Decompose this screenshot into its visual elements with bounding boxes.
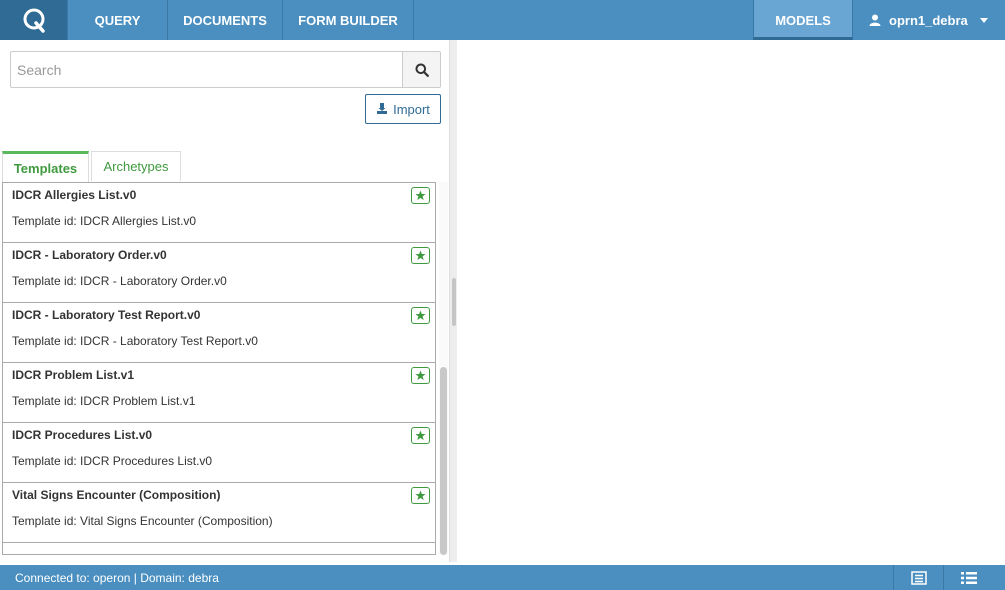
nav-models[interactable]: MODELS: [753, 0, 853, 40]
star-icon[interactable]: [411, 427, 430, 444]
nav-form-builder[interactable]: FORM BUILDER: [283, 0, 414, 40]
panel-splitter[interactable]: [449, 40, 457, 562]
search-button[interactable]: [402, 51, 441, 88]
models-sidebar: Import Templates Archetypes IDCR Allergi…: [0, 40, 452, 562]
status-bar: Connected to: operon | Domain: debra: [0, 565, 1005, 590]
template-id: Template id: IDCR Problem List.v1: [12, 394, 196, 408]
star-icon[interactable]: [411, 187, 430, 204]
template-id: Template id: IDCR Procedures List.v0: [12, 454, 213, 468]
logo-q-icon: [23, 8, 45, 33]
import-button[interactable]: Import: [365, 94, 441, 124]
list-icon: [960, 571, 977, 584]
import-icon: [377, 103, 388, 114]
template-title: IDCR Problem List.v1: [12, 368, 135, 382]
template-title: IDCR Allergies List.v0: [12, 188, 137, 202]
templates-list: IDCR Allergies List.v0 Template id: IDCR…: [2, 182, 436, 555]
template-id: Template id: IDCR - Laboratory Test Repo…: [12, 334, 258, 348]
list-item[interactable]: IDCR Problem List.v1 Template id: IDCR P…: [3, 363, 435, 423]
star-icon[interactable]: [411, 487, 430, 504]
list-item[interactable]: IDCR Procedures List.v0 Template id: IDC…: [3, 423, 435, 483]
user-icon: [869, 14, 881, 26]
search-icon: [415, 63, 429, 77]
template-id: Template id: IDCR Allergies List.v0: [12, 214, 197, 228]
list-item[interactable]: IDCR Allergies List.v0 Template id: IDCR…: [3, 183, 435, 243]
app-window: QUERY DOCUMENTS FORM BUILDER MODELS oprn…: [0, 0, 1005, 590]
model-detail-panel: [457, 40, 1005, 562]
import-label: Import: [393, 101, 430, 117]
list-view-button[interactable]: [943, 565, 993, 590]
user-menu[interactable]: oprn1_debra: [853, 0, 1005, 40]
app-logo[interactable]: [0, 0, 68, 40]
list-item[interactable]: Vital Signs Encounter (Composition) Temp…: [3, 483, 435, 543]
document-list-icon: [910, 570, 927, 585]
template-id: Template id: Vital Signs Encounter (Comp…: [12, 514, 273, 528]
nav-documents[interactable]: DOCUMENTS: [168, 0, 283, 40]
connection-status: Connected to: operon | Domain: debra: [15, 571, 219, 585]
model-tabs: Templates Archetypes: [2, 151, 181, 182]
document-list-button[interactable]: [893, 565, 943, 590]
splitter-grip[interactable]: [452, 278, 456, 326]
chevron-down-icon: [979, 17, 988, 23]
list-item[interactable]: IDCR - Laboratory Test Report.v0 Templat…: [3, 303, 435, 363]
template-title: IDCR Procedures List.v0: [12, 428, 153, 442]
star-icon[interactable]: [411, 307, 430, 324]
list-scrollbar[interactable]: [439, 182, 448, 555]
user-name: oprn1_debra: [889, 12, 968, 28]
search-input[interactable]: [10, 51, 402, 88]
search-bar: [10, 51, 441, 88]
tab-templates[interactable]: Templates: [2, 151, 89, 182]
nav-query[interactable]: QUERY: [68, 0, 168, 40]
top-nav-bar: QUERY DOCUMENTS FORM BUILDER MODELS oprn…: [0, 0, 1005, 40]
star-icon[interactable]: [411, 367, 430, 384]
template-title: Vital Signs Encounter (Composition): [12, 488, 221, 502]
template-title: IDCR - Laboratory Test Report.v0: [12, 308, 201, 322]
template-id: Template id: IDCR - Laboratory Order.v0: [12, 274, 227, 288]
star-icon[interactable]: [411, 247, 430, 264]
template-title: IDCR - Laboratory Order.v0: [12, 248, 167, 262]
list-scrollbar-thumb[interactable]: [440, 367, 447, 555]
list-item[interactable]: IDCR - Laboratory Order.v0 Template id: …: [3, 243, 435, 303]
tab-archetypes[interactable]: Archetypes: [91, 151, 181, 181]
